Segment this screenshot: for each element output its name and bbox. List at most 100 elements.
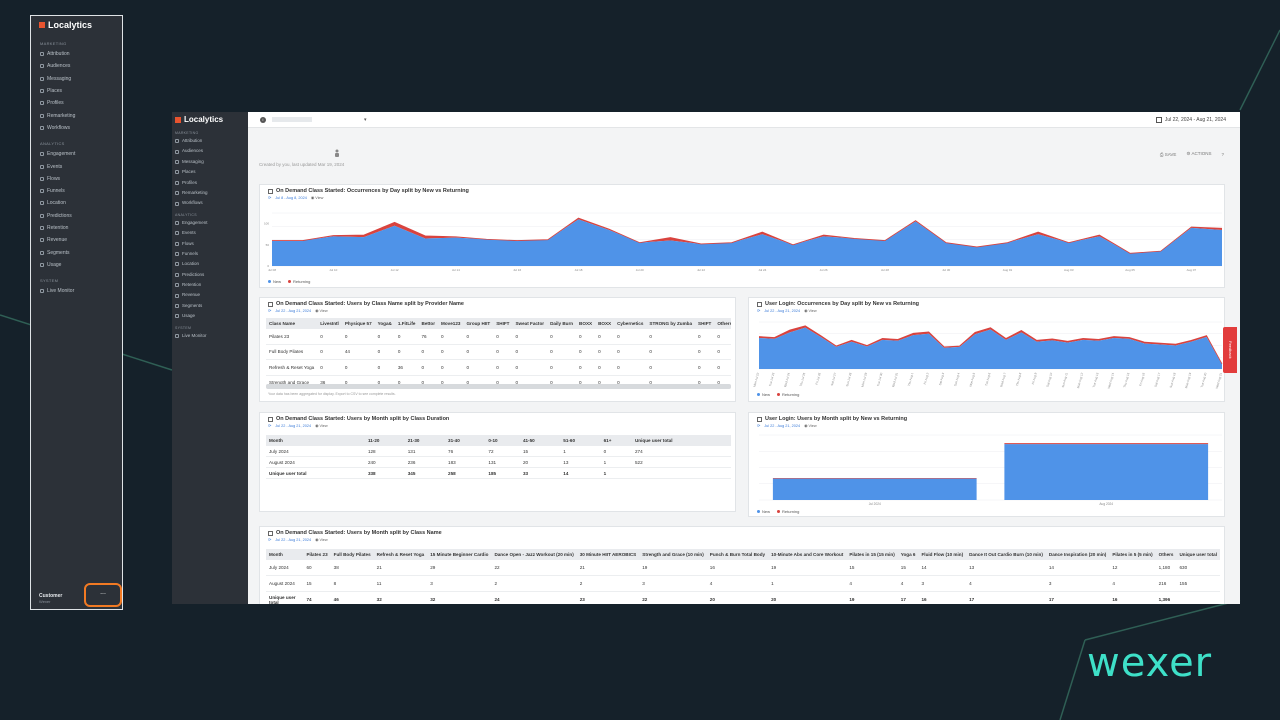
feedback-button[interactable]: Feedback — [1223, 327, 1237, 373]
column-header[interactable]: Pilates in 15 (15 min) — [846, 549, 898, 560]
column-header[interactable]: Move123 — [438, 318, 464, 329]
column-header[interactable]: 10-Minute Abs and Core Workout — [768, 549, 847, 560]
data-table[interactable]: Class Name LivesIntl Physique 57 Yoga& 1.Fit… — [266, 318, 731, 384]
sidebar-item-revenue[interactable]: Revenue — [172, 290, 248, 300]
column-header[interactable]: SHIFT — [493, 318, 513, 329]
column-header[interactable]: Month — [266, 549, 304, 560]
card-date-filter[interactable]: ⟳ Jul 22 - Aug 21, 2024 ◉ View — [268, 537, 328, 543]
column-header[interactable]: Physique 57 — [341, 318, 375, 329]
column-header[interactable]: Cybernetics — [614, 318, 647, 329]
sidebar-item-places[interactable]: Places — [31, 85, 122, 97]
data-table[interactable]: Month Pilates 23 Full Body Pilates Refresh … — [266, 549, 1220, 604]
column-header[interactable]: 1.FitLife — [394, 318, 419, 329]
card-date-filter[interactable]: ⟳ Jul 22 - Aug 21, 2024 ◉ View — [268, 308, 328, 314]
sidebar-item-engagement[interactable]: Engagement — [172, 218, 248, 228]
column-header[interactable]: Dance It Out Cardio Burn (10 min) — [966, 549, 1046, 560]
column-header[interactable]: Pilates 23 — [303, 549, 331, 560]
column-header[interactable]: Full Body Pilates — [330, 549, 374, 560]
sidebar-item-messaging[interactable]: Messaging — [172, 157, 248, 167]
card-date-filter[interactable]: ⟳ Jul 8 - Aug 8, 2024 ◉ View — [268, 195, 323, 201]
horizontal-scrollbar[interactable] — [266, 384, 731, 389]
card-date-filter[interactable]: ⟳ Jul 22 - Aug 21, 2024 ◉ View — [757, 308, 817, 314]
customer-account[interactable]: Customer Wexer — [39, 593, 62, 605]
card-date-filter[interactable]: ⟳ Jul 22 - Aug 21, 2024 ◉ View — [268, 423, 328, 429]
sidebar-item-location[interactable]: Location — [172, 259, 248, 269]
sidebar-item-audiences[interactable]: Audiences — [172, 146, 248, 156]
column-header[interactable]: Class Name — [266, 318, 318, 329]
dashboard-selector[interactable] — [272, 117, 312, 122]
more-options-button[interactable]: ... — [84, 583, 122, 607]
sidebar-item-live-monitor[interactable]: Live Monitor — [172, 331, 248, 341]
sidebar-item-location[interactable]: Location — [31, 197, 122, 209]
column-header[interactable]: Dance Inspiration (20 min) — [1045, 549, 1110, 560]
sidebar-item-attribution[interactable]: Attribution — [31, 48, 122, 60]
card-date-filter[interactable]: ⟳ Jul 22 - Aug 21, 2024 ◉ View — [757, 423, 817, 429]
column-header[interactable]: Sweat Factor — [512, 318, 548, 329]
column-header[interactable]: Unique user total — [631, 435, 731, 446]
column-header[interactable]: Fluid Flow (10 min) — [918, 549, 967, 560]
save-button[interactable]: ⎙ SAVE — [1160, 152, 1177, 157]
sidebar-item-workflows[interactable]: Workflows — [172, 198, 248, 208]
sidebar-item-profiles[interactable]: Profiles — [31, 97, 122, 109]
column-header[interactable]: BOXX — [595, 318, 615, 329]
sidebar-item-predictions[interactable]: Predictions — [31, 210, 122, 222]
sidebar-item-remarketing[interactable]: Remarketing — [31, 109, 122, 121]
sidebar-item-usage[interactable]: Usage — [31, 259, 122, 271]
column-header[interactable]: 21-30 — [404, 435, 446, 446]
column-header[interactable]: 0-10 — [485, 435, 520, 446]
column-header[interactable]: Month — [266, 435, 365, 446]
column-header[interactable]: Others — [714, 318, 731, 329]
column-header[interactable]: Yoga 6 — [897, 549, 919, 560]
sidebar-item-segments[interactable]: Segments — [31, 246, 122, 258]
column-header[interactable]: BOXX — [576, 318, 596, 329]
sidebar-item-workflows[interactable]: Workflows — [31, 122, 122, 134]
chevron-down-icon[interactable]: ▾ — [364, 117, 367, 123]
column-header[interactable]: Punch & Burn Total Body — [706, 549, 769, 560]
sidebar-item-engagement[interactable]: Engagement — [31, 148, 122, 160]
column-header[interactable]: 15 Minute Beginner Cardio — [427, 549, 492, 560]
sidebar-item-usage[interactable]: Usage — [172, 311, 248, 321]
sidebar-item-live-monitor[interactable]: Live Monitor — [31, 285, 122, 297]
column-header[interactable]: Strength and Grace (10 min) — [639, 549, 707, 560]
actions-button[interactable]: ⚙ ACTIONS — [1186, 151, 1211, 157]
sidebar-item-retention[interactable]: Retention — [31, 222, 122, 234]
sidebar-item-events[interactable]: Events — [172, 228, 248, 238]
sidebar-item-retention[interactable]: Retention — [172, 280, 248, 290]
column-header[interactable]: 51-60 — [560, 435, 601, 446]
sidebar-item-attribution[interactable]: Attribution — [172, 136, 248, 146]
column-header[interactable]: 61+ — [600, 435, 632, 446]
date-range-picker[interactable]: Jul 22, 2024 - Aug 21, 2024 — [1155, 116, 1226, 123]
sidebar-item-remarketing[interactable]: Remarketing — [172, 188, 248, 198]
sidebar-item-audiences[interactable]: Audiences — [31, 60, 122, 72]
column-header[interactable]: Dance Open - Jazz Workout (20 min) — [491, 549, 577, 560]
data-table[interactable]: Month 11-20 21-30 31-40 0-10 41-50 51-60 61+ Uni… — [266, 435, 731, 479]
column-header[interactable]: 41-50 — [519, 435, 561, 446]
column-header[interactable]: Bettor — [418, 318, 439, 329]
column-header[interactable]: STRONG by Zumba — [646, 318, 696, 329]
sidebar-item-flows[interactable]: Flows — [31, 173, 122, 185]
column-header[interactable]: Group HIIT — [463, 318, 494, 329]
column-header[interactable]: 30 Minute HIIT AEROBICS — [576, 549, 640, 560]
sidebar-item-segments[interactable]: Segments — [172, 301, 248, 311]
sidebar-item-places[interactable]: Places — [172, 167, 248, 177]
column-header[interactable]: Others — [1155, 549, 1177, 560]
sidebar-item-predictions[interactable]: Predictions — [172, 270, 248, 280]
column-header[interactable]: Pilates in 5 (5 min) — [1109, 549, 1156, 560]
column-header[interactable]: Daily Burn — [547, 318, 577, 329]
column-header[interactable]: LivesIntl — [317, 318, 342, 329]
info-icon[interactable]: i — [260, 116, 266, 123]
sidebar-item-revenue[interactable]: Revenue — [31, 234, 122, 246]
column-header[interactable]: 11-20 — [364, 435, 405, 446]
sidebar-item-funnels[interactable]: Funnels — [172, 249, 248, 259]
sidebar-item-messaging[interactable]: Messaging — [31, 73, 122, 85]
column-header[interactable]: Unique user total — [1176, 549, 1220, 560]
sidebar-item-funnels[interactable]: Funnels — [31, 185, 122, 197]
sidebar-item-flows[interactable]: Flows — [172, 239, 248, 249]
help-icon[interactable]: ? — [1221, 152, 1224, 157]
column-header[interactable]: SHIFT — [695, 318, 715, 329]
sidebar-item-profiles[interactable]: Profiles — [172, 178, 248, 188]
column-header[interactable]: 31-40 — [445, 435, 486, 446]
column-header[interactable]: Refresh & Reset Yoga — [373, 549, 428, 560]
column-header[interactable]: Yoga& — [374, 318, 395, 329]
sidebar-item-events[interactable]: Events — [31, 160, 122, 172]
